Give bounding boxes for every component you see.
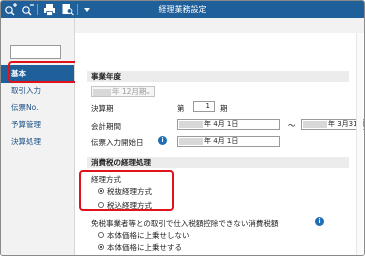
sidebar-item-budget[interactable]: 予算管理 bbox=[1, 116, 74, 134]
era-select-suffix: 年 12月期 bbox=[112, 87, 147, 96]
period-tilde: 〜 bbox=[288, 121, 296, 130]
no-surcharge-label[interactable]: 本体価格に上乗せしない bbox=[107, 230, 190, 241]
period-start-era bbox=[179, 120, 203, 128]
voucher-start-input[interactable]: 年 4月 1日 bbox=[177, 136, 280, 147]
info-icon[interactable]: i bbox=[315, 217, 324, 226]
settings-window: 経理業務設定 基本 取引入力 伝票No. 予算管理 決算処理 事業年度 年 12… bbox=[0, 0, 365, 256]
sidebar: 基本 取引入力 伝票No. 予算管理 決算処理 bbox=[1, 18, 75, 255]
settlement-label: 決算期 bbox=[91, 104, 114, 113]
radio-no-surcharge[interactable] bbox=[98, 232, 104, 238]
radio-surcharge[interactable] bbox=[98, 244, 104, 250]
settlement-suffix: 期 bbox=[220, 104, 228, 113]
sidebar-item-closing[interactable]: 決算処理 bbox=[1, 133, 74, 151]
chevron-down-icon: ⌄ bbox=[144, 87, 151, 96]
era-year-value bbox=[93, 88, 111, 96]
period-end-era bbox=[303, 120, 327, 128]
voucher-start-label: 伝票入力開始日 bbox=[91, 138, 144, 147]
settlement-input[interactable]: 1 bbox=[193, 101, 215, 112]
settlement-prefix: 第 bbox=[177, 104, 185, 113]
info-icon[interactable]: i bbox=[158, 136, 167, 145]
settings-panel: 事業年度 年 12月期 ⌄ 決算期 第 1 期 会計期間 年 4月 1日 〜 年… bbox=[75, 33, 364, 255]
voucher-start-text: 年 4月 1日 bbox=[204, 137, 239, 145]
voucher-start-era bbox=[179, 137, 203, 145]
window-title: 経理業務設定 bbox=[158, 5, 207, 14]
era-year-select[interactable]: 年 12月期 ⌄ bbox=[91, 86, 155, 97]
period-start-input[interactable]: 年 4月 1日 bbox=[177, 119, 280, 130]
sidebar-item-voucher-no[interactable]: 伝票No. bbox=[1, 99, 74, 117]
scrollbar[interactable] bbox=[356, 33, 363, 255]
highlight-method-group bbox=[79, 170, 174, 211]
fiscal-year-header: 事業年度 bbox=[87, 71, 349, 82]
period-label: 会計期間 bbox=[91, 122, 121, 131]
tax-header: 消費税の経理処理 bbox=[87, 157, 349, 168]
period-start-text: 年 4月 1日 bbox=[204, 120, 239, 128]
title-bar: 経理業務設定 bbox=[1, 1, 364, 18]
surcharge-label[interactable]: 本体価格に上乗せする bbox=[107, 242, 182, 253]
exempt-title: 免税事業者等との取引で仕入税額控除できない消費税額 bbox=[91, 219, 279, 228]
sidebar-item-transaction-input[interactable]: 取引入力 bbox=[1, 82, 74, 100]
sidebar-search-box[interactable] bbox=[10, 45, 61, 59]
